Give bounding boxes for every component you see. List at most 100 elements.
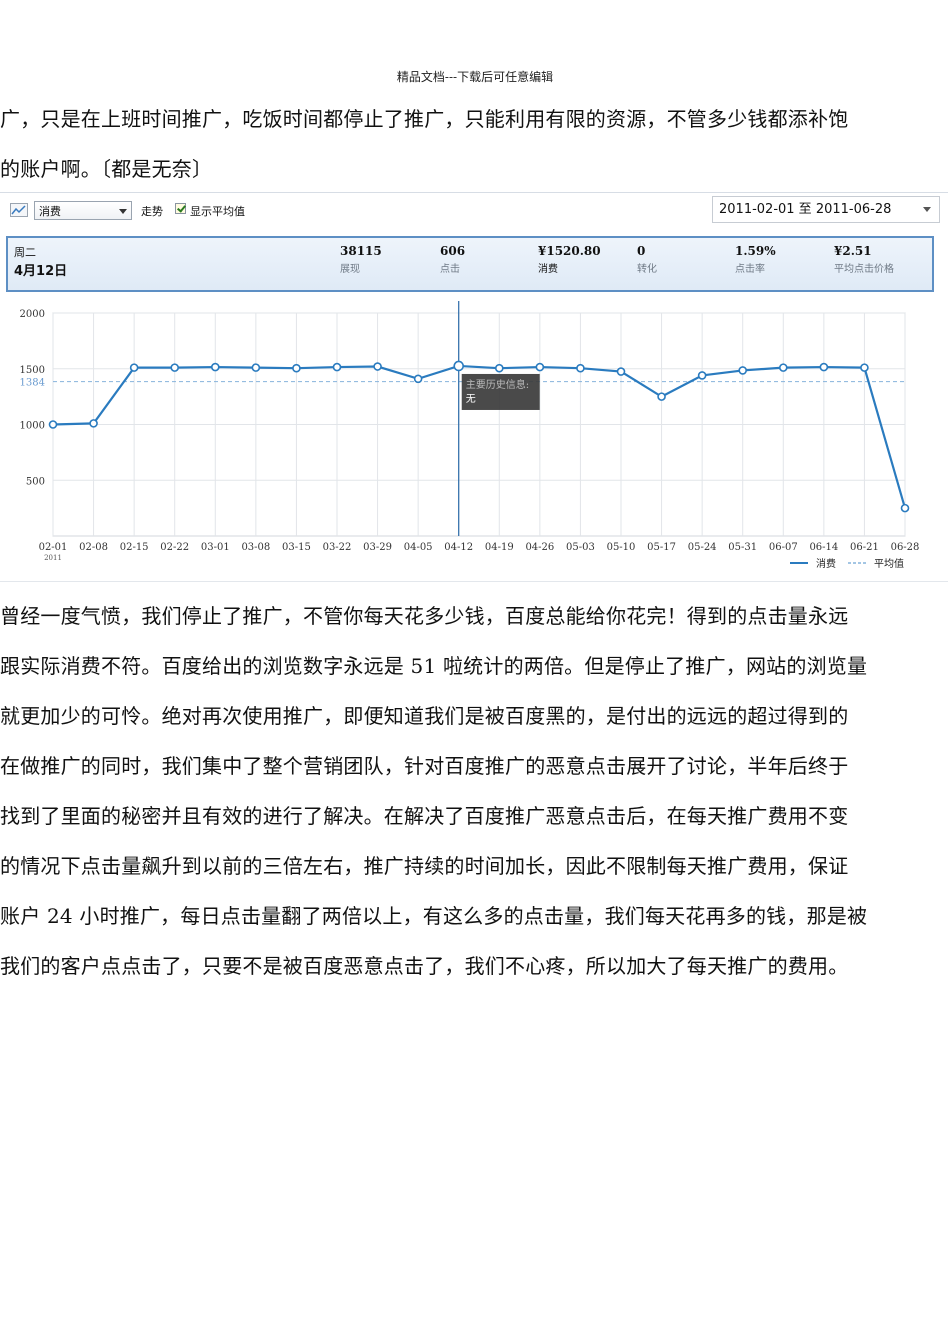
data-point bbox=[251, 363, 261, 372]
data-point bbox=[129, 363, 139, 372]
line-chart-icon[interactable] bbox=[10, 203, 28, 217]
page-header: 精品文档---下载后可任意编辑 bbox=[396, 70, 554, 84]
x-tick-label: 06-21 bbox=[850, 542, 879, 553]
stat-spend: ¥1520.80 消费 bbox=[538, 244, 601, 275]
stat-clicks: 606 点击 bbox=[440, 244, 465, 275]
metric-select[interactable]: 消费 bbox=[34, 201, 132, 220]
summary-date: 4月12日 bbox=[14, 264, 68, 279]
data-point bbox=[494, 363, 504, 373]
data-point bbox=[778, 363, 788, 372]
x-year-label: 2011 bbox=[44, 554, 62, 562]
x-tick-label: 03-08 bbox=[241, 542, 270, 553]
x-tick-label: 02-08 bbox=[79, 542, 108, 553]
x-tick-label: 05-31 bbox=[728, 542, 757, 553]
stat-label: 点击 bbox=[440, 264, 460, 275]
chevron-down-icon bbox=[923, 207, 931, 212]
x-tick-label: 03-22 bbox=[323, 542, 352, 553]
data-point bbox=[819, 362, 829, 372]
x-tick-label: 04-19 bbox=[485, 542, 514, 553]
x-tick-label: 06-28 bbox=[891, 542, 920, 553]
legend-label-average: 平均值 bbox=[874, 557, 904, 570]
y-tick-label: 2000 bbox=[20, 309, 45, 320]
data-point bbox=[576, 363, 585, 373]
metric-select-value: 消费 bbox=[39, 205, 61, 218]
data-point bbox=[738, 366, 748, 375]
tooltip-body: 无 bbox=[466, 394, 476, 405]
spend-trend-chart[interactable]: 500 1000 1500 2000 1384 02-01 02-08 02-15 02-22 0… bbox=[0, 301, 948, 579]
x-tick-label: 03-29 bbox=[363, 542, 392, 553]
stat-value: ¥1520.80 bbox=[538, 244, 601, 258]
paragraph-line: 我们的客户点点击了，只要不是被百度恶意点击了，我们不心疼，所以加大了每天推广的费… bbox=[0, 954, 849, 978]
x-tick-label: 05-03 bbox=[566, 542, 595, 553]
trend-label: 走势 bbox=[141, 205, 163, 218]
stat-ctr: 1.59% 点击率 bbox=[735, 244, 776, 275]
summary-weekday: 周二 bbox=[14, 246, 36, 259]
day-summary-panel: 周二 4月12日 38115 展现 606 点击 ¥1520.80 消费 0 转… bbox=[6, 236, 934, 292]
data-point bbox=[48, 420, 58, 429]
x-tick-label: 04-26 bbox=[525, 542, 554, 553]
y-tick-label: 1500 bbox=[20, 365, 45, 376]
show-average-label: 显示平均值 bbox=[190, 205, 245, 218]
data-point bbox=[332, 362, 342, 372]
data-point bbox=[453, 360, 465, 372]
stat-value: 606 bbox=[440, 244, 466, 258]
report-widget: 消费 走势 显示平均值 2011-02-01 至 2011-06-28 周二 4… bbox=[0, 192, 948, 582]
data-point bbox=[697, 371, 707, 380]
data-point bbox=[860, 363, 869, 372]
paragraph-line: 曾经一度气愤，我们停止了推广，不管你每天花多少钱，百度总能给你花完！得到的点击量… bbox=[0, 604, 849, 628]
x-tick-label: 05-17 bbox=[647, 542, 676, 553]
stat-impressions: 38115 展现 bbox=[340, 244, 382, 275]
data-point bbox=[292, 363, 301, 373]
x-tick-label: 06-07 bbox=[769, 542, 798, 553]
legend-label-spend: 消费 bbox=[816, 557, 836, 570]
paragraph-2: 曾经一度气愤，我们停止了推广，不管你每天花多少钱，百度总能给你花完！得到的点击量… bbox=[0, 591, 950, 991]
stat-label: 展现 bbox=[340, 264, 360, 275]
paragraph-line: 账户 24 小时推广，每日点击量翻了两倍以上，有这么多的点击量，我们每天花再多的… bbox=[0, 904, 868, 928]
paragraph-line: 的账户啊。〔都是无奈〕 bbox=[0, 157, 213, 181]
data-point bbox=[89, 419, 98, 428]
date-range-select[interactable]: 2011-02-01 至 2011-06-28 bbox=[712, 196, 940, 223]
stat-conversions: 0 转化 bbox=[637, 244, 657, 275]
paragraph-line: 找到了里面的秘密并且有效的进行了解决。在解决了百度推广恶意点击后，在每天推广费用… bbox=[0, 804, 849, 828]
x-tick-label: 04-12 bbox=[444, 542, 473, 553]
data-point bbox=[900, 503, 910, 513]
paragraph-line: 就更加少的可怜。绝对再次使用推广，即便知道我们是被百度黑的，是付出的远远的超过得… bbox=[0, 704, 849, 728]
tooltip-title: 主要历史信息: bbox=[466, 378, 529, 391]
x-tick-label: 04-05 bbox=[404, 542, 433, 553]
average-value-label: 1384 bbox=[20, 378, 45, 389]
show-average-checkbox[interactable] bbox=[175, 203, 186, 214]
data-point bbox=[170, 363, 180, 372]
stat-value: 38115 bbox=[340, 244, 382, 258]
x-tick-label: 05-24 bbox=[688, 542, 717, 553]
stat-value: 0 bbox=[637, 244, 646, 258]
paragraph-line: 跟实际消费不符。百度给出的浏览数字永远是 51 啦统计的两倍。但是停止了推广，网… bbox=[0, 654, 868, 678]
stat-label: 点击率 bbox=[735, 264, 765, 275]
stat-value: ¥2.51 bbox=[834, 244, 872, 258]
stat-value: 1.59% bbox=[735, 244, 776, 258]
y-tick-label: 500 bbox=[26, 476, 45, 487]
paragraph-1: 广，只是在上班时间推广，吃饭时间都停止了推广，只能利用有限的资源，不管多少钱都添… bbox=[0, 94, 950, 194]
data-point bbox=[657, 392, 666, 401]
x-tick-label: 06-14 bbox=[809, 542, 838, 553]
chevron-down-icon bbox=[119, 209, 127, 214]
paragraph-line: 广，只是在上班时间推广，吃饭时间都停止了推广，只能利用有限的资源，不管多少钱都添… bbox=[0, 107, 849, 131]
data-point bbox=[535, 362, 545, 372]
x-tick-label: 05-10 bbox=[607, 542, 636, 553]
data-point bbox=[616, 367, 626, 376]
x-tick-label: 02-22 bbox=[160, 542, 189, 553]
y-tick-label: 1000 bbox=[20, 421, 45, 432]
x-tick-label: 02-15 bbox=[120, 542, 149, 553]
x-tick-label: 02-01 bbox=[39, 542, 68, 553]
stat-avg-cpc: ¥2.51 平均点击价格 bbox=[834, 244, 894, 275]
stat-label: 转化 bbox=[637, 264, 657, 275]
date-range-value: 2011-02-01 至 2011-06-28 bbox=[719, 202, 892, 217]
stat-label: 平均点击价格 bbox=[834, 264, 894, 275]
data-point bbox=[210, 362, 220, 372]
data-point bbox=[413, 374, 423, 384]
chart-toolbar: 消费 走势 显示平均值 2011-02-01 至 2011-06-28 bbox=[0, 193, 948, 227]
x-tick-label: 03-01 bbox=[201, 542, 230, 553]
paragraph-line: 在做推广的同时，我们集中了整个营销团队，针对百度推广的恶意点击展开了讨论，半年后… bbox=[0, 754, 849, 778]
stat-label: 消费 bbox=[538, 264, 558, 275]
x-tick-label: 03-15 bbox=[282, 542, 311, 553]
paragraph-line: 的情况下点击量飙升到以前的三倍左右，推广持续的时间加长，因此不限制每天推广费用，… bbox=[0, 854, 849, 878]
